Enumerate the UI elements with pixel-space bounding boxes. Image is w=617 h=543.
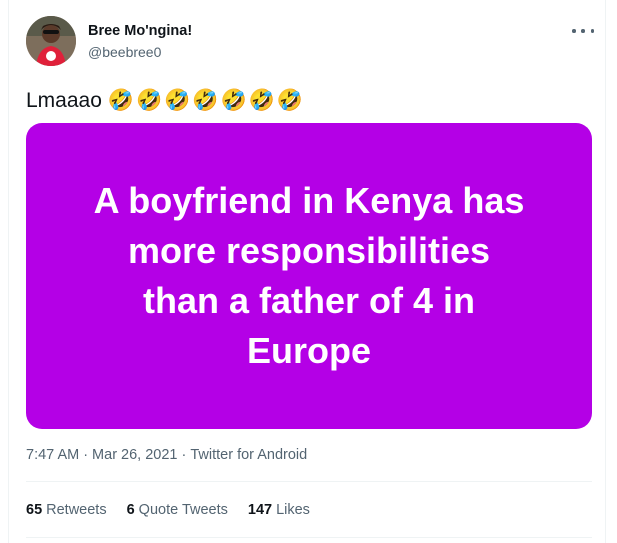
meta-separator: · [181, 447, 187, 463]
meta-separator: · [83, 447, 89, 463]
avatar[interactable] [26, 16, 76, 66]
tweet-image[interactable]: A boyfriend in Kenya has more responsibi… [26, 123, 592, 429]
tweet-meta: 7:47 AM · Mar 26, 2021 · Twitter for And… [26, 447, 307, 463]
tweet-text: Lmaaao 🤣 🤣 🤣 🤣 🤣 🤣 🤣 [26, 87, 303, 115]
tweet-image-text: A boyfriend in Kenya has more responsibi… [93, 180, 525, 371]
quote-tweets-stat[interactable]: 6 Quote Tweets [127, 502, 228, 518]
likes-stat[interactable]: 147 Likes [248, 502, 310, 518]
tweet-source[interactable]: Twitter for Android [190, 447, 307, 463]
laughing-emoji-icon: 🤣 [164, 89, 191, 112]
divider [26, 537, 592, 538]
laughing-emoji-icon: 🤣 [192, 89, 219, 112]
retweets-stat[interactable]: 65 Retweets [26, 502, 107, 518]
laughing-emoji-icon: 🤣 [107, 89, 135, 112]
tweet-date[interactable]: Mar 26, 2021 [92, 447, 177, 463]
likes-label: Likes [276, 502, 310, 518]
likes-count: 147 [247, 502, 273, 518]
tweet-time[interactable]: 7:47 AM [26, 447, 79, 463]
laughing-emoji-icon: 🤣 [220, 89, 247, 112]
emoji-row: 🤣 🤣 🤣 🤣 🤣 🤣 🤣 [108, 89, 303, 113]
tweet-stats: 65 Retweets 6 Quote Tweets 147 Likes [26, 498, 310, 522]
tweet-text-body: Lmaaao [26, 89, 102, 112]
tweet-card: Bree Mo'ngina! @beebree0 Lmaaao 🤣 🤣 🤣 🤣 … [8, 0, 606, 543]
laughing-emoji-icon: 🤣 [136, 89, 163, 112]
retweets-label: Retweets [46, 502, 107, 518]
quote-tweets-count: 6 [126, 502, 135, 518]
more-horizontal-icon[interactable] [572, 24, 594, 38]
laughing-emoji-icon: 🤣 [248, 89, 275, 112]
laughing-emoji-icon: 🤣 [276, 89, 303, 112]
display-name[interactable]: Bree Mo'ngina! [88, 23, 192, 39]
retweets-count: 65 [26, 502, 43, 518]
quote-tweets-label: Quote Tweets [138, 502, 228, 518]
user-handle[interactable]: @beebree0 [88, 44, 161, 60]
divider [26, 481, 592, 482]
